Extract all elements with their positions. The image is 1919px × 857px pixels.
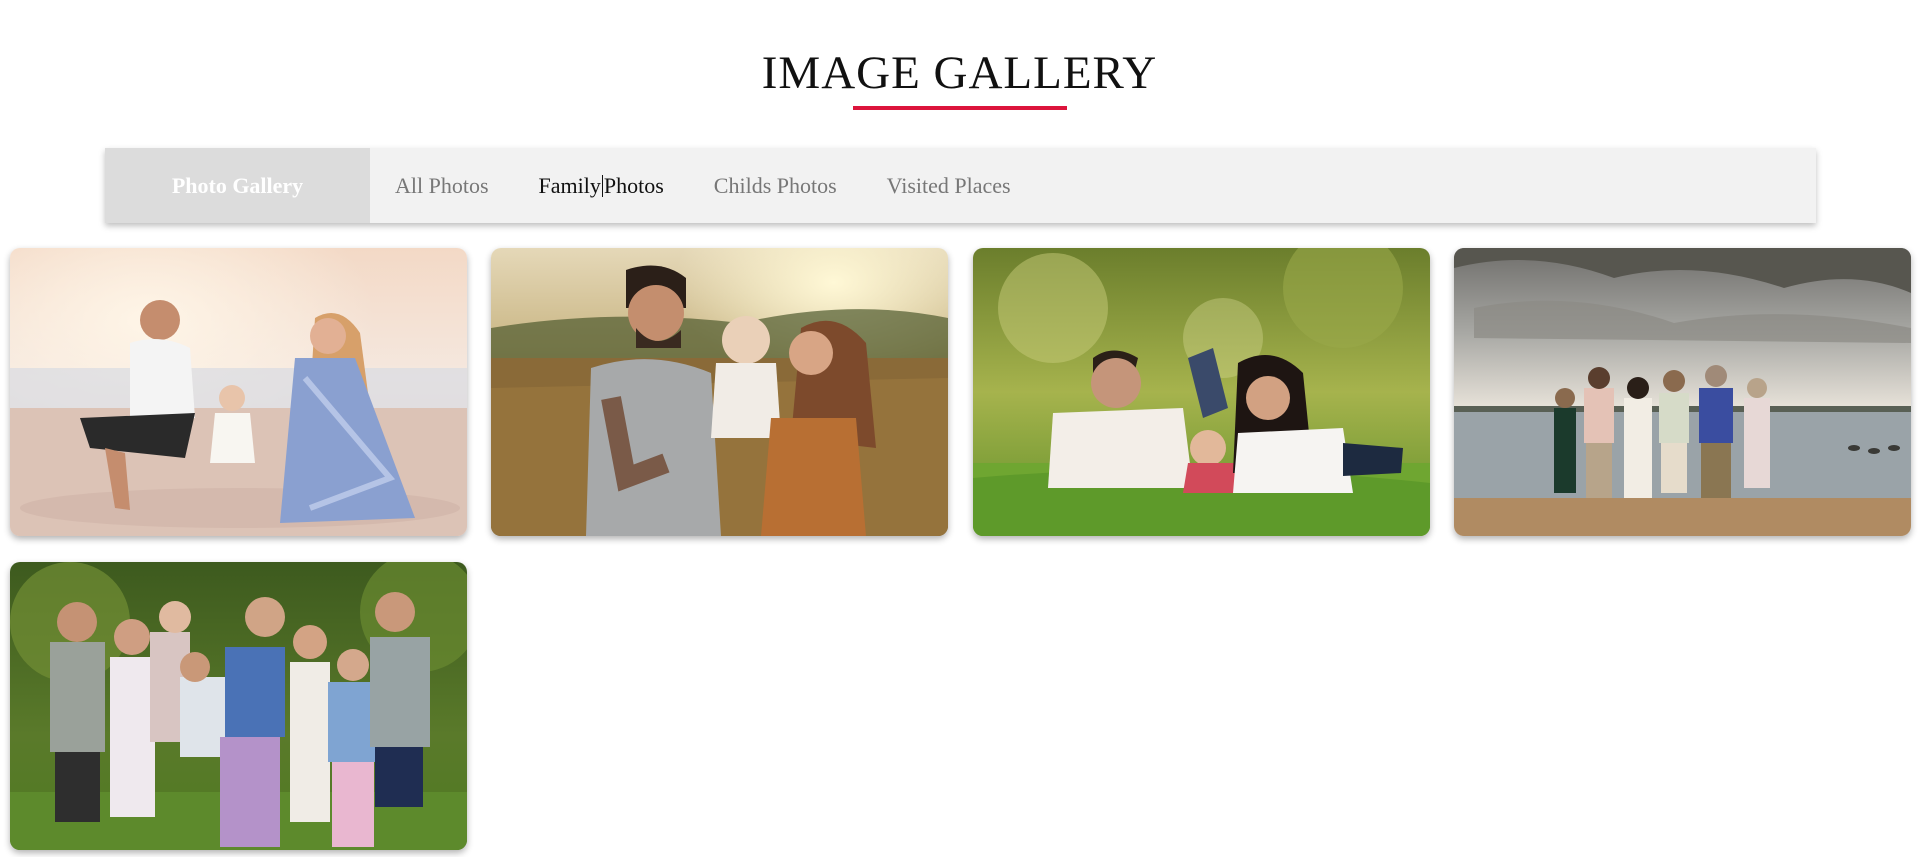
page: IMAGE GALLERY Photo Gallery All Photos F… — [0, 0, 1919, 857]
family-grass-image — [973, 248, 1430, 536]
family-beach-photo[interactable] — [10, 248, 467, 536]
filter-childs-photos[interactable]: Childs Photos — [714, 173, 837, 199]
filter-family-label-part1: Family — [538, 172, 601, 198]
page-title: IMAGE GALLERY — [761, 47, 1158, 99]
family-lake-image — [1454, 248, 1911, 536]
couple-field-image — [491, 248, 948, 536]
filter-family-photos[interactable]: Family Photos — [539, 173, 664, 199]
filter-family-label-part2: Photos — [603, 172, 664, 198]
extended-family-garden-photo[interactable] — [10, 562, 467, 850]
filter-bar-brand: Photo Gallery — [105, 148, 370, 223]
couple-with-baby-field-photo[interactable] — [491, 248, 948, 536]
family-beach-image — [10, 248, 467, 536]
title-underline — [853, 106, 1067, 110]
extended-family-image — [10, 562, 467, 850]
filter-nav: All Photos Family Photos Childs Photos Vi… — [370, 148, 1061, 223]
family-lying-on-grass-photo[interactable] — [973, 248, 1430, 536]
filter-bar: Photo Gallery All Photos Family Photos Ch… — [105, 148, 1816, 223]
family-at-lake-photo[interactable] — [1454, 248, 1911, 536]
filter-visited-places[interactable]: Visited Places — [887, 173, 1011, 199]
filter-all-photos[interactable]: All Photos — [395, 173, 489, 199]
text-cursor — [601, 174, 603, 197]
page-header: IMAGE GALLERY — [0, 46, 1919, 100]
